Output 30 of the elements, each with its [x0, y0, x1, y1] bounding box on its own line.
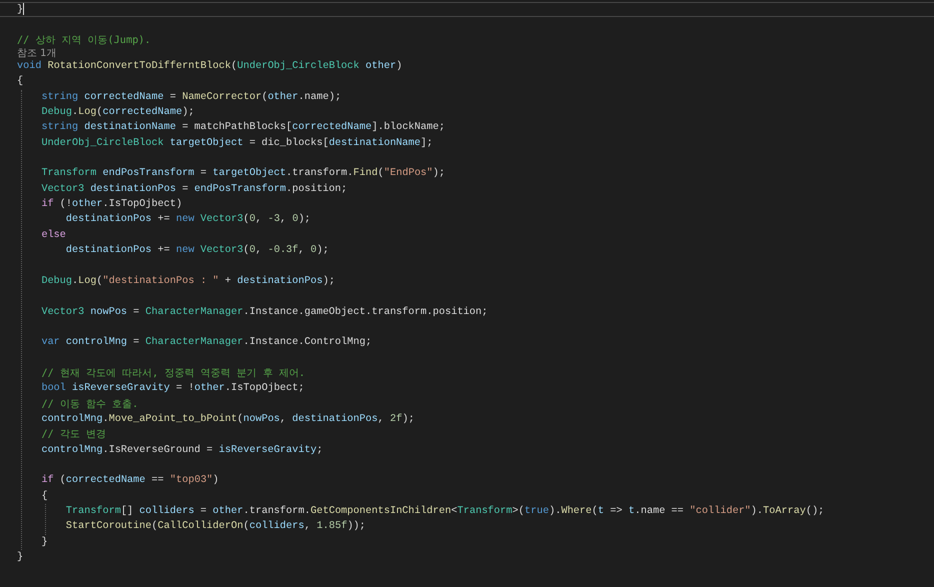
code-line: UnderObj_CircleBlock targetObject = dic_blocks[destinationName];	[41, 138, 433, 149]
code-line: destinationPos += new Vector3(0, -0.3f, 0);	[64, 245, 329, 256]
code-line: }	[17, 4, 24, 16]
code-line: destinationPos += new Vector3(0, -3, 0);	[64, 214, 311, 226]
code-line: }	[17, 552, 24, 564]
code-line: controlMng.IsReverseGround = isReverseGravity;	[41, 444, 323, 456]
code-line: if (!other.IsTopOjbect)	[41, 199, 182, 210]
code-line: else	[41, 230, 66, 241]
code-line: controlMng.Move_aPoint_to_bPoint(nowPos, destinationPos, 2f);	[41, 414, 414, 425]
code-line: string destinationName = matchPathBlocks[correctedName].blockName;	[41, 122, 445, 134]
reference-count-link[interactable]: 참조 1개	[17, 48, 57, 60]
code-line: void RotationConvertToDifferntBlock(UnderObj_CircleBlock other)	[17, 61, 402, 72]
code-line: Transform[] colliders = other.transform.GetComponentsInChildren<Transform>(true).Where(t => t.name == "collider").ToArray();	[66, 506, 824, 517]
code-line: {	[17, 76, 24, 88]
code-line: StartCoroutine(CallColliderOn(colliders, 1.85f));	[66, 521, 366, 532]
code-line: {	[41, 490, 48, 502]
code-line: string correctedName = NameCorrector(other.name);	[41, 92, 342, 103]
code-line: Debug.Log(correctedName);	[41, 107, 194, 118]
code-line: if (correctedName == "top03")	[41, 475, 219, 486]
code-comment: // 각도 변경	[41, 428, 106, 442]
code-comment: // 상하 지역 이동(Jump).	[17, 34, 151, 48]
code-line: Vector3 destinationPos = endPosTransform.position;	[41, 184, 348, 195]
code-line: var controlMng = CharacterManager.Instance.ControlMng;	[41, 337, 372, 348]
code-comment: // 이동 함수 호출.	[41, 398, 138, 412]
code-line: bool isReverseGravity = !other.IsTopOjbect;	[41, 383, 304, 394]
code-line: Debug.Log("destinationPos : " + destinationPos);	[41, 276, 335, 287]
code-comment: // 현재 각도에 따라서, 정중력 역중력 분기 후 제어.	[41, 366, 306, 381]
code-line: Transform endPosTransform = targetObject.transform.Find("EndPos");	[41, 168, 446, 180]
code-line: }	[41, 536, 48, 548]
code-line: Vector3 nowPos = CharacterManager.Instance.gameObject.transform.position;	[41, 306, 488, 318]
